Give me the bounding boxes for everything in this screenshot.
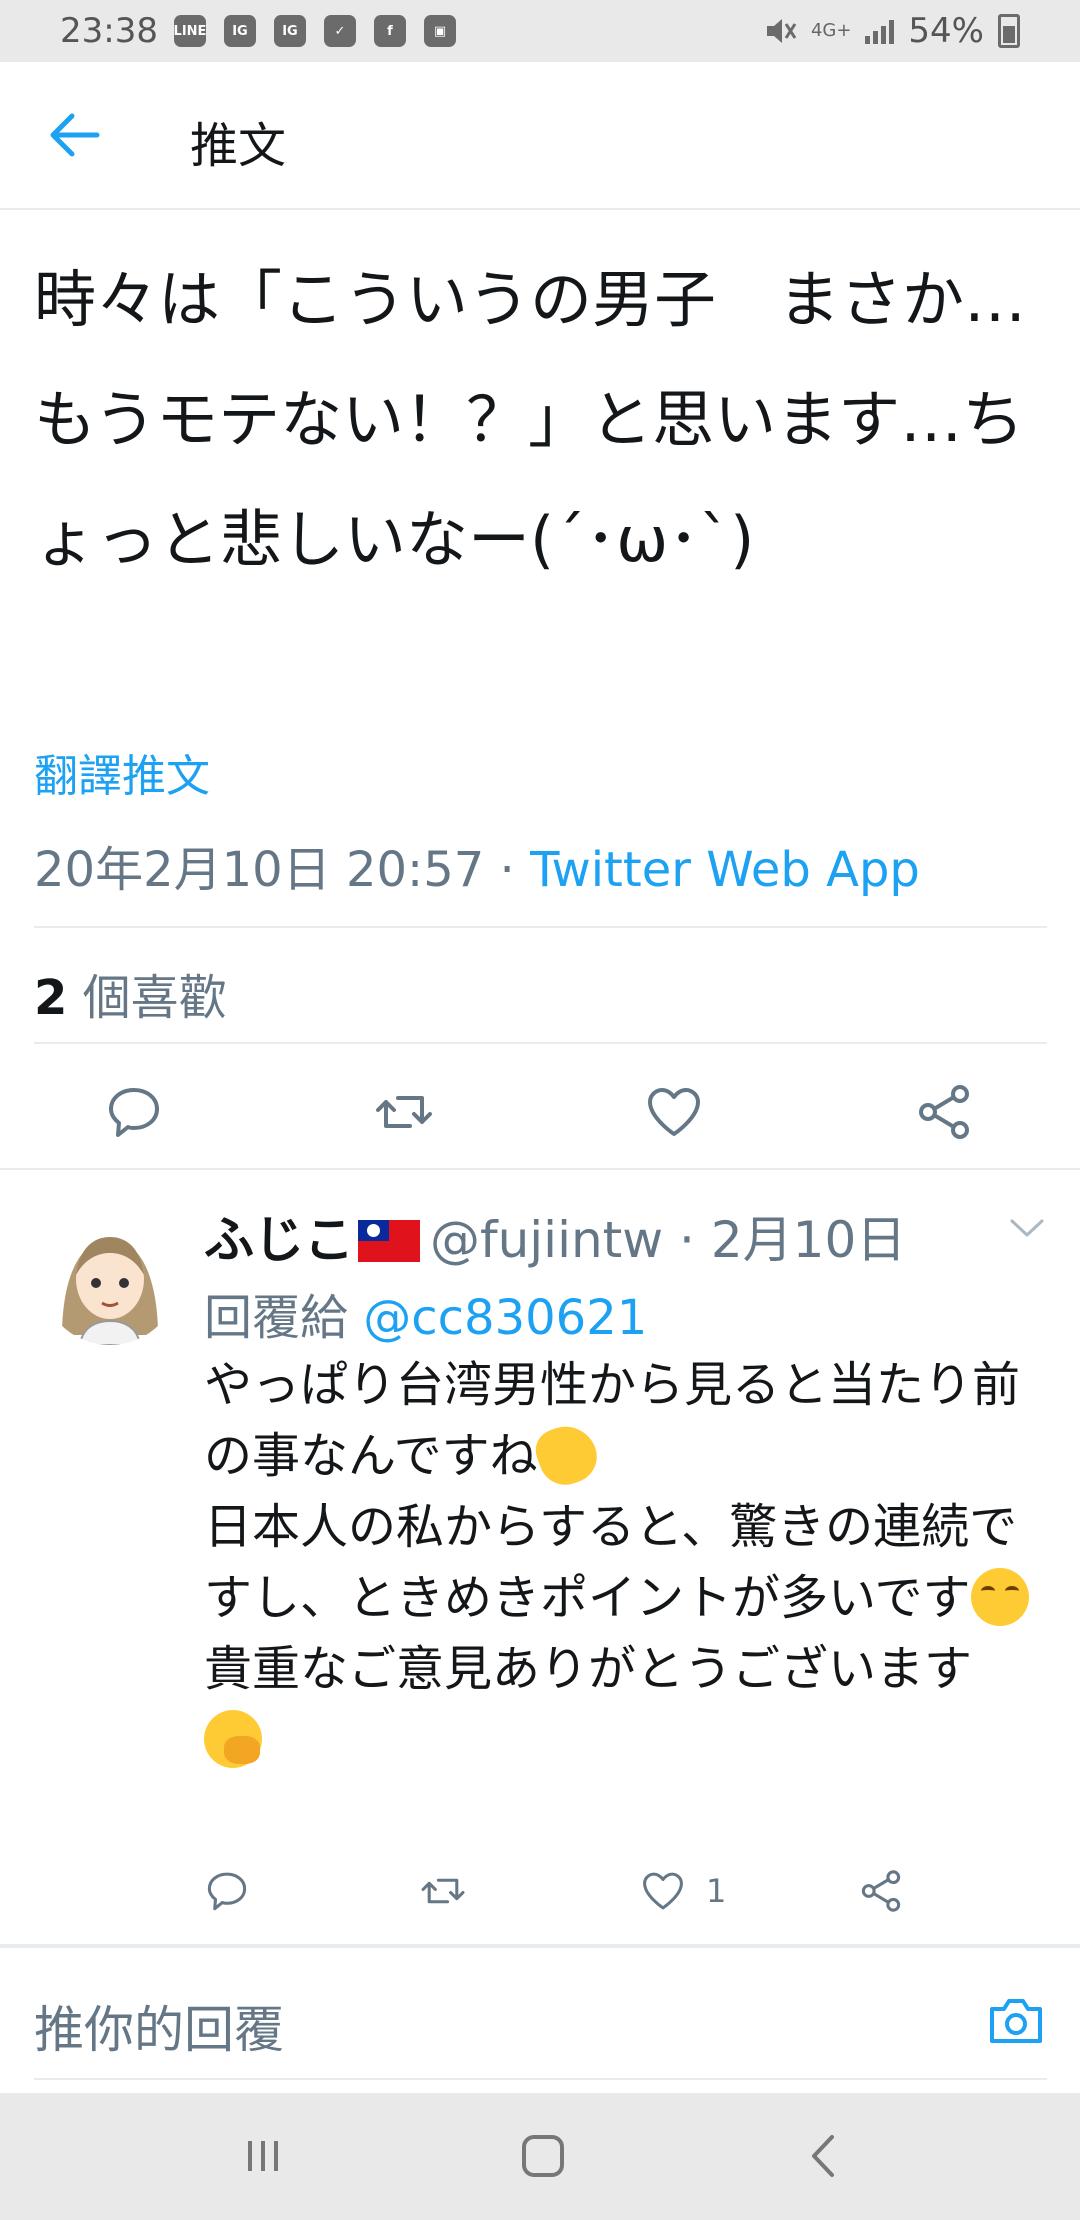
divider xyxy=(34,2078,1047,2080)
recent-apps-icon[interactable] xyxy=(238,2131,288,2181)
reply-actions: 1 xyxy=(0,1860,1080,1930)
back-arrow-icon[interactable] xyxy=(48,112,100,158)
taiwan-flag-icon xyxy=(358,1219,420,1262)
reply-date-separator: · xyxy=(663,1211,711,1269)
network-type: 4G+ xyxy=(810,20,852,41)
reply-to-mention[interactable]: @cc830621 xyxy=(363,1290,647,1346)
retweet-icon[interactable] xyxy=(374,1082,434,1142)
like-heart-icon[interactable] xyxy=(644,1082,704,1142)
home-icon[interactable] xyxy=(518,2131,568,2181)
camera-icon[interactable] xyxy=(988,1995,1044,2045)
clapping-hands-emoji-icon xyxy=(529,1417,604,1493)
reply-line-3: 貴重なご意見ありがとうございます xyxy=(204,1641,973,1697)
divider xyxy=(0,1944,1080,1948)
tweet-actions xyxy=(0,1060,1080,1170)
reply-author-handle[interactable]: @fujiintw xyxy=(430,1211,663,1269)
signal-icon xyxy=(865,18,895,44)
page-title: 推文 xyxy=(190,118,287,174)
mute-icon xyxy=(766,19,797,43)
instagram-notification-icon: IG xyxy=(223,15,256,47)
reply-author-name[interactable]: ふじこ xyxy=(204,1211,354,1269)
tweet-text: 時々は「こういうの男子 まさか…もうモテない！？」と思います…ちょっと悲しいなー… xyxy=(34,263,1027,576)
reply-share-icon[interactable] xyxy=(858,1868,904,1914)
facebook-notification-icon: f xyxy=(373,15,406,47)
likes-stat[interactable]: 2 個喜歡 xyxy=(34,958,227,1028)
meta-separator: · xyxy=(484,842,531,898)
reply-compose-input[interactable]: 推你的回覆 xyxy=(34,1990,794,2062)
system-nav-bar xyxy=(0,2093,1080,2220)
instagram-notification-icon-2: IG xyxy=(273,15,306,47)
reply-line-1: やっぱり台湾男性から見ると当たり前の事なんですね xyxy=(204,1357,1021,1484)
checkbox-notification-icon: ✓ xyxy=(323,15,356,47)
reply-like-count: 1 xyxy=(706,1872,727,1910)
reply-header: ふじこ @fujiintw · 2月10日 xyxy=(204,1200,906,1272)
divider xyxy=(0,1168,1080,1170)
line-notification-icon: LINE xyxy=(174,15,206,47)
share-icon[interactable] xyxy=(914,1082,974,1142)
status-bar: 23:38 LINE IG IG ✓ f ▣ 4G+ 54% xyxy=(0,0,1080,62)
translate-tweet-link[interactable]: 翻譯推文 xyxy=(34,740,210,804)
reply-to-label: 回覆給 xyxy=(204,1290,364,1346)
divider xyxy=(34,926,1047,928)
reply-reply-icon[interactable] xyxy=(204,1868,250,1914)
reply-retweet-icon[interactable] xyxy=(420,1868,466,1914)
gallery-notification-icon: ▣ xyxy=(423,15,456,47)
reply-text: やっぱり台湾男性から見ると当たり前の事なんですね 日本人の私からすると、驚きの連… xyxy=(204,1350,1054,1776)
like-label: 個喜歡 xyxy=(67,970,227,1026)
reply-avatar[interactable] xyxy=(40,1205,180,1345)
divider xyxy=(34,1042,1047,1044)
hand-over-mouth-emoji-icon xyxy=(204,1710,262,1768)
top-bar: 推文 xyxy=(0,62,1080,210)
battery-percent: 54% xyxy=(908,11,984,51)
reply-line-2: 日本人の私からすると、驚きの連続ですし、ときめきポイントが多いです xyxy=(204,1499,1018,1626)
reply-to-line: 回覆給 @cc830621 xyxy=(204,1278,647,1348)
chevron-down-icon[interactable] xyxy=(1008,1216,1046,1240)
battery-icon xyxy=(998,14,1020,48)
tweet-timestamp: 20年2月10日 20:57 xyxy=(34,842,485,898)
reply-date: 2月10日 xyxy=(710,1211,907,1269)
back-nav-icon[interactable] xyxy=(800,2131,850,2181)
like-count: 2 xyxy=(34,970,68,1026)
reply-like-heart-icon[interactable] xyxy=(640,1868,686,1914)
tweet-source-link[interactable]: Twitter Web App xyxy=(530,842,920,898)
tweet-meta: 20年2月10日 20:57 · Twitter Web App xyxy=(34,830,920,900)
status-time: 23:38 xyxy=(60,11,158,51)
reply-icon[interactable] xyxy=(104,1082,164,1142)
tears-of-joy-emoji-icon xyxy=(970,1568,1029,1626)
